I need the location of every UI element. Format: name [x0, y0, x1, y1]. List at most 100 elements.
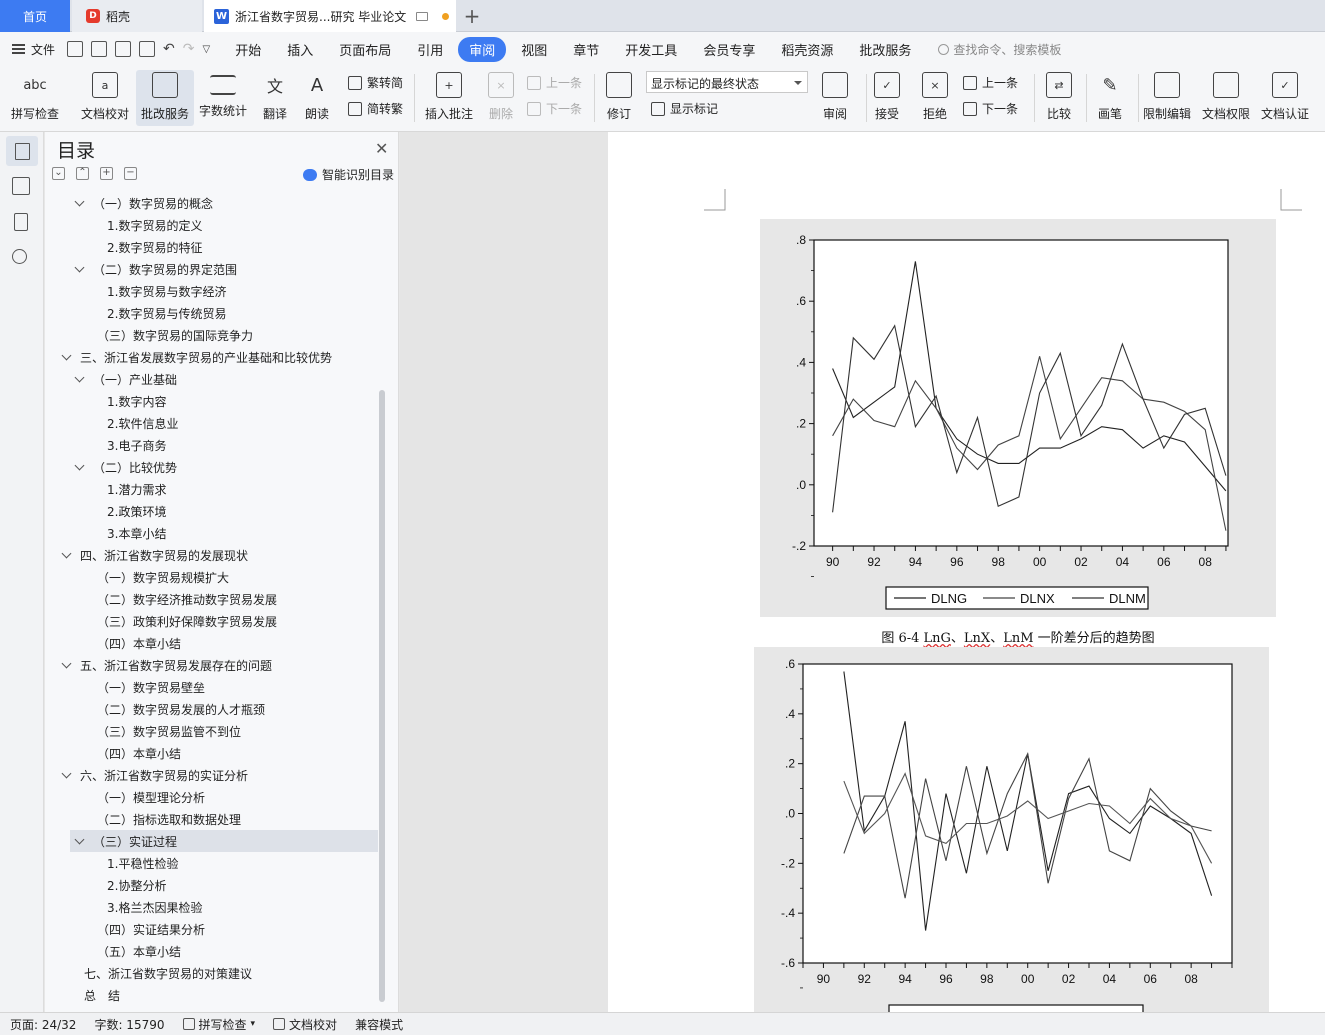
word-count-button[interactable]: 字数统计: [194, 70, 252, 126]
toc-item[interactable]: （一）数字贸易规模扩大: [45, 566, 378, 588]
toc-item[interactable]: 1.潜力需求: [45, 478, 378, 500]
markup-state-select[interactable]: 显示标记的最终状态: [646, 71, 808, 93]
trad-to-simp-button[interactable]: 繁转简: [348, 74, 403, 91]
toc-item[interactable]: （三）数字贸易的国际竞争力: [45, 324, 378, 346]
menu-tab-5[interactable]: 视图: [510, 37, 558, 62]
export-icon[interactable]: [91, 41, 108, 57]
next-comment-button[interactable]: 下一条: [527, 100, 582, 117]
command-search[interactable]: 查找命令、搜索模板: [938, 41, 1061, 58]
toc-item[interactable]: （二）指标选取和数据处理: [45, 808, 378, 830]
bookmark-icon[interactable]: [14, 213, 28, 231]
monitor-icon[interactable]: [416, 11, 429, 21]
toc-item[interactable]: （三）政策利好保障数字贸易发展: [45, 610, 378, 632]
add-level-icon[interactable]: +: [100, 167, 113, 180]
restrict-editing-button[interactable]: 限制编辑: [1138, 70, 1196, 126]
spell-check-toggle[interactable]: 拼写检查 ▾: [182, 1016, 255, 1033]
new-tab-button[interactable]: +: [460, 0, 484, 32]
menu-tab-1[interactable]: 插入: [276, 37, 324, 62]
chevron-down-icon[interactable]: ▽: [202, 44, 210, 57]
menu-tab-7[interactable]: 开发工具: [614, 37, 688, 62]
toc-item[interactable]: （一）数字贸易的概念: [45, 192, 378, 214]
close-icon[interactable]: ✕: [375, 139, 388, 158]
tab-home[interactable]: 首页: [0, 0, 70, 32]
toc-item[interactable]: 2.软件信息业: [45, 412, 378, 434]
toc-item[interactable]: 3.电子商务: [45, 434, 378, 456]
document-permission-button[interactable]: 文档权限: [1197, 70, 1255, 126]
toc-item[interactable]: 七、浙江省数字贸易的对策建议: [45, 962, 378, 984]
menu-tab-2[interactable]: 页面布局: [328, 37, 402, 62]
toc-item[interactable]: （三）实证过程: [70, 830, 378, 852]
toc-item[interactable]: （四）本章小结: [45, 632, 378, 654]
menu-tab-3[interactable]: 引用: [406, 37, 454, 62]
toc-item[interactable]: （一）模型理论分析: [45, 786, 378, 808]
document-cert-button[interactable]: ✓ 文档认证: [1256, 70, 1314, 126]
pen-button[interactable]: ✎ 画笔: [1081, 70, 1139, 126]
toc-item[interactable]: 3.本章小结: [45, 522, 378, 544]
simp-to-trad-button[interactable]: 简转繁: [348, 100, 403, 117]
toc-item[interactable]: 总 结: [45, 984, 378, 1006]
toc-item[interactable]: 1.数字贸易的定义: [45, 214, 378, 236]
prev-change-button[interactable]: 上一条: [963, 74, 1018, 91]
toc-item[interactable]: 1.数字内容: [45, 390, 378, 412]
toc-item[interactable]: （二）数字经济推动数字贸易发展: [45, 588, 378, 610]
chevron-down-icon[interactable]: [74, 834, 85, 844]
chevron-down-icon[interactable]: [61, 548, 72, 558]
compare-button[interactable]: ⇄ 比较: [1030, 70, 1088, 126]
word-count-indicator[interactable]: 字数: 15790: [94, 1016, 164, 1033]
collapse-all-icon[interactable]: ⌄: [52, 167, 65, 180]
spell-check-button[interactable]: abc 拼写检查: [6, 70, 64, 126]
chapter-nav-icon[interactable]: [12, 177, 30, 195]
correction-service-button[interactable]: 批改服务: [136, 70, 194, 126]
delete-comment-button[interactable]: × 删除: [472, 70, 530, 126]
review-pane-button[interactable]: 审阅: [806, 70, 864, 126]
toc-item[interactable]: （二）数字贸易的界定范围: [45, 258, 378, 280]
toc-item[interactable]: （一）产业基础: [45, 368, 378, 390]
toc-item[interactable]: 1.平稳性检验: [45, 852, 378, 874]
expand-up-icon[interactable]: ⌃: [76, 167, 89, 180]
menu-tab-9[interactable]: 稻壳资源: [770, 37, 844, 62]
reject-button[interactable]: × 拒绝: [906, 70, 964, 126]
toc-item[interactable]: （五）本章小结: [45, 940, 378, 962]
chevron-down-icon[interactable]: [74, 196, 85, 206]
toc-item[interactable]: （一）数字贸易壁垒: [45, 676, 378, 698]
smart-toc-button[interactable]: 智能识别目录: [303, 166, 394, 183]
chevron-down-icon[interactable]: [61, 658, 72, 668]
track-changes-button[interactable]: 修订: [590, 70, 648, 126]
chevron-down-icon[interactable]: [61, 350, 72, 360]
toc-item[interactable]: （二）比较优势: [45, 456, 378, 478]
toc-item[interactable]: （四）实证结果分析: [45, 918, 378, 940]
menu-tab-4[interactable]: 审阅: [458, 36, 507, 62]
remove-level-icon[interactable]: −: [124, 167, 137, 180]
toc-item[interactable]: （二）数字贸易发展的人才瓶颈: [45, 698, 378, 720]
toc-item[interactable]: 2.数字贸易与传统贸易: [45, 302, 378, 324]
tab-document[interactable]: W 浙江省数字贸易...研究 毕业论文: [204, 0, 456, 32]
proofread-button[interactable]: a 文档校对: [76, 70, 134, 126]
proofread-toggle[interactable]: 文档校对: [273, 1016, 337, 1033]
redo-icon[interactable]: ↷: [183, 41, 195, 57]
toc-item[interactable]: 三、浙江省发展数字贸易的产业基础和比较优势: [45, 346, 378, 368]
search-icon[interactable]: [12, 249, 27, 264]
menu-tab-0[interactable]: 开始: [224, 37, 272, 62]
toc-item[interactable]: 2.数字贸易的特征: [45, 236, 378, 258]
toc-item[interactable]: 五、浙江省数字贸易发展存在的问题: [45, 654, 378, 676]
toc-view-icon[interactable]: [6, 136, 38, 166]
toc-item[interactable]: 3.格兰杰因果检验: [45, 896, 378, 918]
save-icon[interactable]: [67, 41, 84, 57]
prev-comment-button[interactable]: 上一条: [527, 74, 582, 91]
show-markup-button[interactable]: 显示标记: [651, 100, 718, 117]
menu-tab-6[interactable]: 章节: [562, 37, 610, 62]
next-change-button[interactable]: 下一条: [963, 100, 1018, 117]
toc-scrollbar[interactable]: [379, 390, 385, 1002]
toc-item[interactable]: （四）本章小结: [45, 742, 378, 764]
print-preview-icon[interactable]: [139, 41, 156, 57]
print-icon[interactable]: [115, 41, 132, 57]
toc-item[interactable]: 四、浙江省数字贸易的发展现状: [45, 544, 378, 566]
menu-tab-8[interactable]: 会员专享: [692, 37, 766, 62]
chevron-down-icon[interactable]: [74, 372, 85, 382]
read-aloud-button[interactable]: A 朗读: [288, 70, 346, 126]
chevron-down-icon[interactable]: [74, 262, 85, 272]
page-indicator[interactable]: 页面: 24/32: [10, 1016, 76, 1033]
insert-comment-button[interactable]: + 插入批注: [420, 70, 478, 126]
toc-item[interactable]: 1.数字贸易与数字经济: [45, 280, 378, 302]
chevron-down-icon[interactable]: [61, 768, 72, 778]
